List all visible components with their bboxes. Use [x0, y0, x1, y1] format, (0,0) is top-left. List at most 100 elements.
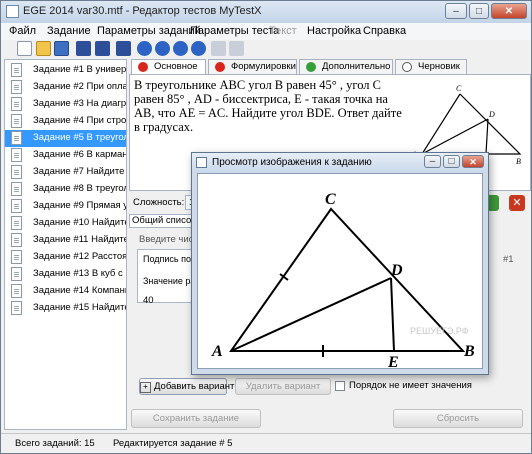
plus-icon: +	[140, 382, 151, 393]
red-dot-icon	[215, 62, 225, 72]
list-item[interactable]: Задание #4 При строите	[5, 113, 126, 130]
list-combo[interactable]: Общий список за	[129, 214, 195, 228]
window-title: EGE 2014 var30.mtf - Редактор тестов MyT…	[23, 5, 262, 17]
status-total: Всего заданий: 15	[15, 438, 95, 449]
document-icon	[11, 80, 22, 94]
delete-variant-button[interactable]: Удалить вариант	[235, 378, 331, 395]
label-a: A	[211, 343, 223, 360]
document-icon	[11, 63, 22, 77]
image-preview-dialog: Просмотр изображения к заданию – □ ✕ C D…	[191, 152, 489, 375]
close-button[interactable]: ✕	[491, 3, 527, 19]
triangle-figure: C D A B E РЕШУЕГЭ.РФ	[211, 191, 475, 371]
question-text: В треугольнике ABC угол B равен 45° , уг…	[134, 78, 402, 134]
copy-icon[interactable]	[211, 41, 226, 56]
menu-text[interactable]: Текст	[269, 25, 297, 37]
list-item[interactable]: Задание #13 В куб с реб	[5, 266, 126, 283]
thumb-label-c: C	[456, 84, 462, 93]
menu-help[interactable]: Справка	[363, 25, 406, 37]
status-editing: Редактируется задание # 5	[113, 438, 233, 449]
save-icon[interactable]	[54, 41, 69, 56]
menu-settings[interactable]: Настройка	[307, 25, 361, 37]
label-d: D	[390, 262, 403, 279]
document-icon	[11, 301, 22, 315]
main-window: EGE 2014 var30.mtf - Редактор тестов MyT…	[0, 0, 532, 454]
label-c: C	[325, 191, 336, 208]
add-variant-button[interactable]: + Добавить вариант	[139, 378, 234, 395]
dialog-minimize-button[interactable]: –	[424, 155, 441, 168]
dialog-title: Просмотр изображения к заданию	[212, 157, 372, 168]
document-icon	[11, 148, 22, 162]
move-up-icon[interactable]	[155, 41, 170, 56]
thumb-label-d: D	[488, 110, 495, 119]
move-down-icon[interactable]	[173, 41, 188, 56]
thumb-label-b: B	[516, 157, 521, 166]
document-icon	[11, 182, 22, 196]
difficulty-label: Сложность:	[133, 197, 185, 208]
toolbar	[1, 40, 531, 58]
list-item-selected[interactable]: Задание #5 В треугольн	[5, 130, 126, 147]
app-icon	[6, 5, 19, 18]
menu-task-params[interactable]: Параметры заданий	[97, 25, 201, 37]
dialog-maximize-button[interactable]: □	[443, 155, 460, 168]
document-icon	[11, 199, 22, 213]
document-icon	[11, 250, 22, 264]
document-icon	[11, 284, 22, 298]
delete-icon[interactable]: ✕	[509, 195, 525, 211]
tab-draft[interactable]: Черновик	[395, 59, 467, 74]
dialog-image-area: C D A B E РЕШУЕГЭ.РФ	[197, 173, 483, 371]
dialog-title-bar: Просмотр изображения к заданию – □ ✕	[192, 153, 488, 173]
insert-task-icon[interactable]	[95, 41, 110, 56]
document-icon	[11, 233, 22, 247]
list-item[interactable]: Задание #12 Расстояние	[5, 249, 126, 266]
new-file-icon[interactable]	[17, 41, 32, 56]
menu-bar: Файл Задание Параметры заданий Параметры…	[1, 23, 531, 40]
list-item[interactable]: Задание #14 Компания "	[5, 283, 126, 300]
value-label: Значение ра	[143, 276, 191, 286]
label-b: B	[463, 343, 475, 360]
list-item[interactable]: Задание #8 В треугольн	[5, 181, 126, 198]
menu-test-params[interactable]: Параметры теста	[190, 25, 279, 37]
watermark: РЕШУЕГЭ.РФ	[410, 326, 469, 336]
list-item[interactable]: Задание #9 Прямая y =	[5, 198, 126, 215]
list-item[interactable]: Задание #11 Найдите зн	[5, 232, 126, 249]
dialog-icon	[196, 157, 207, 168]
title-bar: EGE 2014 var30.mtf - Редактор тестов MyT…	[1, 1, 531, 23]
list-item[interactable]: Задание #2 При оплате	[5, 79, 126, 96]
list-item[interactable]: Задание #6 В кармане у	[5, 147, 126, 164]
delete-task-icon[interactable]	[116, 41, 131, 56]
tab-additional[interactable]: Дополнительно	[299, 59, 393, 74]
reset-button[interactable]: Сбросить	[393, 409, 523, 428]
status-bar: Всего заданий: 15 Редактируется задание …	[1, 433, 531, 453]
list-item[interactable]: Задание #7 Найдите кор	[5, 164, 126, 181]
value-input[interactable]: 40	[143, 295, 154, 306]
draft-icon	[402, 62, 412, 72]
menu-task[interactable]: Задание	[47, 25, 91, 37]
no-value-label: Порядок не имеет значения	[349, 380, 472, 391]
dialog-close-button[interactable]: ✕	[462, 155, 484, 168]
list-item[interactable]: Задание #1 В университ	[5, 62, 126, 79]
open-folder-icon[interactable]	[36, 41, 51, 56]
paste-icon[interactable]	[229, 41, 244, 56]
enter-hint: Введите числ	[139, 234, 199, 245]
save-task-button[interactable]: Сохранить задание	[131, 409, 261, 428]
document-icon	[11, 267, 22, 281]
list-item[interactable]: Задание #10 Найдите об	[5, 215, 126, 232]
no-value-checkbox[interactable]	[335, 381, 345, 391]
red-dot-icon	[138, 62, 148, 72]
task-list: Задание #1 В университ Задание #2 При оп…	[4, 59, 127, 430]
document-icon	[11, 131, 22, 145]
tab-main[interactable]: Основное	[131, 59, 206, 74]
move-top-icon[interactable]	[137, 41, 152, 56]
move-bottom-icon[interactable]	[191, 41, 206, 56]
maximize-button[interactable]: □	[469, 3, 489, 19]
minimize-button[interactable]: –	[445, 3, 467, 19]
list-item[interactable]: Задание #3 На диаграмм	[5, 96, 126, 113]
add-task-icon[interactable]	[76, 41, 91, 56]
document-icon	[11, 114, 22, 128]
tab-formulations[interactable]: Формулировки	[208, 59, 297, 74]
menu-file[interactable]: Файл	[9, 25, 36, 37]
list-item[interactable]: Задание #15 Найдите на	[5, 300, 126, 317]
caption-label: Подпись пол	[143, 254, 191, 264]
hash-label: #1	[503, 254, 514, 265]
document-icon	[11, 216, 22, 230]
